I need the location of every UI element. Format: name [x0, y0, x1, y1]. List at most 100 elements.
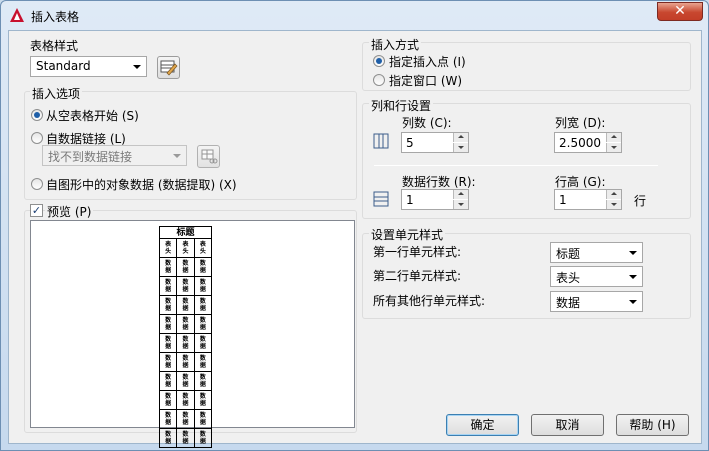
spin-up-icon[interactable]	[453, 133, 468, 142]
other-rows-style-value: 数据	[556, 296, 581, 310]
preview-data-row: 数据数据数据	[158, 371, 213, 391]
spin-up-icon[interactable]	[606, 133, 621, 142]
column-width-label: 列宽 (D):	[555, 116, 606, 130]
preview-data-cell: 数据	[176, 352, 195, 372]
window-title: 插入表格	[31, 10, 80, 24]
preview-data-cell: 数据	[176, 333, 195, 353]
preview-data-cell: 数据	[193, 333, 213, 353]
preview-header-row: 表头表头表头	[158, 238, 213, 258]
table-style-dialog-button[interactable]	[157, 56, 180, 79]
close-button[interactable]: ✕	[657, 2, 703, 21]
from-object-data-radio[interactable]	[31, 178, 43, 190]
spin-down-icon[interactable]	[453, 200, 468, 209]
preview-data-row: 数据数据数据	[158, 314, 213, 334]
row-height-value: 1	[559, 193, 567, 207]
columns-label: 列数 (C):	[402, 116, 452, 130]
preview-data-cell: 数据	[193, 295, 213, 315]
columns-icon	[373, 133, 389, 149]
row-unit-label: 行	[634, 194, 647, 208]
ok-button[interactable]: 确定	[446, 414, 519, 436]
from-object-data-label: 自图形中的对象数据 (数据提取) (X)	[46, 178, 237, 192]
data-link-dropdown[interactable]: 找不到数据链接	[42, 145, 187, 166]
preview-header-cell: 表头	[176, 238, 195, 258]
edit-table-style-icon	[160, 60, 178, 76]
columns-value: 5	[406, 136, 414, 150]
preview-title-row: 标题	[159, 226, 212, 239]
preview-data-cell: 数据	[176, 390, 195, 410]
help-button[interactable]: 帮助 (H)	[616, 414, 689, 436]
preview-data-cell: 数据	[193, 390, 213, 410]
column-row-settings-label: 列和行设置	[369, 97, 434, 114]
rows-icon	[373, 191, 389, 207]
from-data-link-radio[interactable]	[31, 132, 43, 144]
preview-data-cell: 数据	[193, 276, 213, 296]
spin-down-icon[interactable]	[606, 143, 621, 152]
preview-pane: 标题表头表头表头数据数据数据数据数据数据数据数据数据数据数据数据数据数据数据数据…	[30, 220, 355, 448]
preview-data-row: 数据数据数据	[158, 352, 213, 372]
preview-data-cell: 数据	[176, 428, 195, 448]
first-row-style-value: 标题	[556, 247, 581, 261]
preview-data-cell: 数据	[158, 371, 178, 391]
insertion-window-radio[interactable]	[373, 74, 385, 86]
preview-table: 标题表头表头表头数据数据数据数据数据数据数据数据数据数据数据数据数据数据数据数据…	[158, 226, 213, 448]
preview-data-cell: 数据	[176, 276, 195, 296]
preview-data-cell: 数据	[158, 295, 178, 315]
spin-down-icon[interactable]	[453, 143, 468, 152]
preview-data-row: 数据数据数据	[158, 333, 213, 353]
spin-down-icon[interactable]	[606, 200, 621, 209]
chevron-down-icon	[133, 65, 141, 69]
preview-header-cell: 表头	[193, 238, 213, 258]
table-style-value: Standard	[36, 59, 91, 73]
insert-options-label: 插入选项	[30, 85, 83, 102]
table-style-dropdown[interactable]: Standard	[30, 56, 147, 77]
cancel-button[interactable]: 取消	[531, 414, 604, 436]
chevron-down-icon	[629, 300, 637, 304]
preview-data-cell: 数据	[176, 295, 195, 315]
data-link-manager-button[interactable]	[197, 145, 220, 168]
data-rows-label: 数据行数 (R):	[402, 175, 476, 189]
preview-data-cell: 数据	[158, 428, 178, 448]
chevron-down-icon	[629, 275, 637, 279]
preview-data-cell: 数据	[158, 257, 178, 277]
first-row-style-dropdown[interactable]: 标题	[550, 242, 643, 263]
preview-data-cell: 数据	[158, 409, 178, 429]
data-link-icon	[201, 149, 218, 164]
preview-header-cell: 表头	[158, 238, 178, 258]
preview-data-row: 数据数据数据	[158, 428, 213, 448]
second-row-style-dropdown[interactable]: 表头	[550, 266, 643, 287]
dialog-window: 插入表格 ✕ 表格样式 Standard 插入选项 从空表格开始 (S) 自数据…	[0, 0, 709, 451]
preview-data-cell: 数据	[193, 314, 213, 334]
from-empty-radio[interactable]	[31, 109, 43, 121]
second-row-style-value: 表头	[556, 271, 581, 285]
chevron-down-icon	[173, 154, 181, 158]
row-height-spinner[interactable]: 1	[554, 189, 622, 210]
spin-up-icon[interactable]	[606, 190, 621, 199]
spin-up-icon[interactable]	[453, 190, 468, 199]
preview-data-cell: 数据	[176, 314, 195, 334]
column-width-spinner[interactable]: 2.5000	[554, 132, 622, 153]
preview-data-cell: 数据	[176, 257, 195, 277]
preview-data-row: 数据数据数据	[158, 276, 213, 296]
preview-data-cell: 数据	[158, 390, 178, 410]
preview-data-row: 数据数据数据	[158, 390, 213, 410]
preview-label: 预览 (P)	[45, 203, 94, 220]
from-empty-label: 从空表格开始 (S)	[46, 109, 139, 123]
preview-data-cell: 数据	[176, 409, 195, 429]
preview-data-row: 数据数据数据	[158, 257, 213, 277]
preview-data-cell: 数据	[193, 257, 213, 277]
preview-data-cell: 数据	[193, 409, 213, 429]
data-rows-spinner[interactable]: 1	[401, 189, 469, 210]
other-rows-style-dropdown[interactable]: 数据	[550, 291, 643, 312]
insertion-point-radio[interactable]	[373, 55, 385, 67]
columns-spinner[interactable]: 5	[401, 132, 469, 153]
insertion-behavior-label: 插入方式	[369, 36, 422, 53]
dialog-body: 表格样式 Standard 插入选项 从空表格开始 (S) 自数据链接 (L) …	[8, 30, 702, 448]
table-style-label: 表格样式	[30, 39, 79, 53]
data-rows-value: 1	[406, 193, 414, 207]
preview-data-cell: 数据	[158, 333, 178, 353]
data-link-value: 找不到数据链接	[48, 150, 133, 164]
preview-data-cell: 数据	[158, 352, 178, 372]
preview-checkbox[interactable]: ✓	[30, 204, 43, 217]
preview-data-row: 数据数据数据	[158, 409, 213, 429]
preview-data-cell: 数据	[193, 371, 213, 391]
